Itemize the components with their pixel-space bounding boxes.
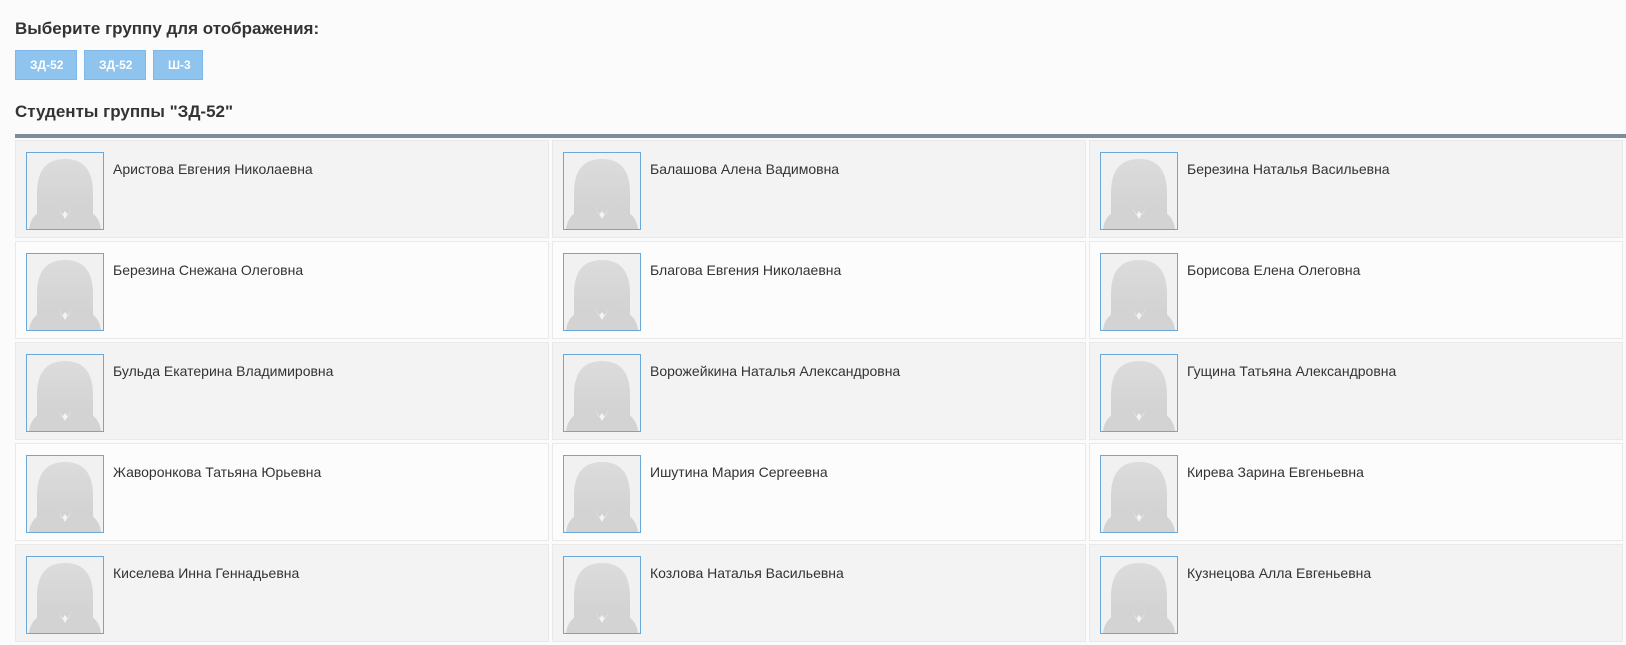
select-group-title: Выберите группу для отображения: <box>15 19 320 38</box>
female-silhouette-icon <box>26 455 104 533</box>
female-silhouette-icon <box>563 556 641 634</box>
section-divider <box>15 134 1626 138</box>
female-silhouette-icon <box>563 152 641 230</box>
student-name[interactable]: Гущина Татьяна Александровна <box>1187 362 1396 380</box>
student-name[interactable]: Ишутина Мария Сергеевна <box>650 463 828 481</box>
female-silhouette-icon <box>1100 556 1178 634</box>
female-silhouette-icon <box>1100 152 1178 230</box>
student-name[interactable]: Ворожейкина Наталья Александровна <box>650 362 900 380</box>
female-silhouette-icon <box>1100 253 1178 331</box>
female-silhouette-icon <box>563 455 641 533</box>
student-card[interactable]: Ворожейкина Наталья Александровна <box>552 342 1086 440</box>
page: Выберите группу для отображения: ЗД-52 З… <box>0 0 1626 645</box>
student-card[interactable]: Бульда Екатерина Владимировна <box>15 342 549 440</box>
student-card[interactable]: Кузнецова Алла Евгеньевна <box>1089 544 1623 642</box>
student-card[interactable]: Балашова Алена Вадимовна <box>552 140 1086 238</box>
students-title: Студенты группы "ЗД-52" <box>15 102 234 121</box>
group-button-zd52-1[interactable]: ЗД-52 <box>15 50 77 80</box>
student-card[interactable]: Березина Наталья Васильевна <box>1089 140 1623 238</box>
student-name[interactable]: Киселева Инна Геннадьевна <box>113 564 299 582</box>
student-name[interactable]: Аристова Евгения Николаевна <box>113 160 313 178</box>
student-card[interactable]: Борисова Елена Олеговна <box>1089 241 1623 339</box>
student-card[interactable]: Гущина Татьяна Александровна <box>1089 342 1623 440</box>
student-card[interactable]: Кирева Зарина Евгеньевна <box>1089 443 1623 541</box>
group-button-zd52-2[interactable]: ЗД-52 <box>84 50 146 80</box>
student-card[interactable]: Козлова Наталья Васильевна <box>552 544 1086 642</box>
student-grid: Аристова Евгения Николаевна Балашова Ален… <box>15 140 1626 642</box>
student-name[interactable]: Березина Снежана Олеговна <box>113 261 303 279</box>
female-silhouette-icon <box>563 354 641 432</box>
female-silhouette-icon <box>26 152 104 230</box>
student-name[interactable]: Козлова Наталья Васильевна <box>650 564 844 582</box>
student-name[interactable]: Бульда Екатерина Владимировна <box>113 362 333 380</box>
student-name[interactable]: Балашова Алена Вадимовна <box>650 160 839 178</box>
student-name[interactable]: Кирева Зарина Евгеньевна <box>1187 463 1364 481</box>
female-silhouette-icon <box>26 253 104 331</box>
student-card[interactable]: Аристова Евгения Николаевна <box>15 140 549 238</box>
student-card[interactable]: Киселева Инна Геннадьевна <box>15 544 549 642</box>
student-card[interactable]: Жаворонкова Татьяна Юрьевна <box>15 443 549 541</box>
female-silhouette-icon <box>1100 354 1178 432</box>
student-card[interactable]: Березина Снежана Олеговна <box>15 241 549 339</box>
student-card[interactable]: Ишутина Мария Сергеевна <box>552 443 1086 541</box>
student-card[interactable]: Благова Евгения Николаевна <box>552 241 1086 339</box>
female-silhouette-icon <box>563 253 641 331</box>
female-silhouette-icon <box>1100 455 1178 533</box>
group-buttons: ЗД-52 ЗД-52 Ш-3 <box>15 50 203 80</box>
female-silhouette-icon <box>26 354 104 432</box>
student-name[interactable]: Кузнецова Алла Евгеньевна <box>1187 564 1371 582</box>
student-name[interactable]: Благова Евгения Николаевна <box>650 261 841 279</box>
female-silhouette-icon <box>26 556 104 634</box>
student-name[interactable]: Березина Наталья Васильевна <box>1187 160 1390 178</box>
student-name[interactable]: Жаворонкова Татьяна Юрьевна <box>113 463 321 481</box>
student-name[interactable]: Борисова Елена Олеговна <box>1187 261 1360 279</box>
group-button-sh3[interactable]: Ш-3 <box>153 50 203 80</box>
